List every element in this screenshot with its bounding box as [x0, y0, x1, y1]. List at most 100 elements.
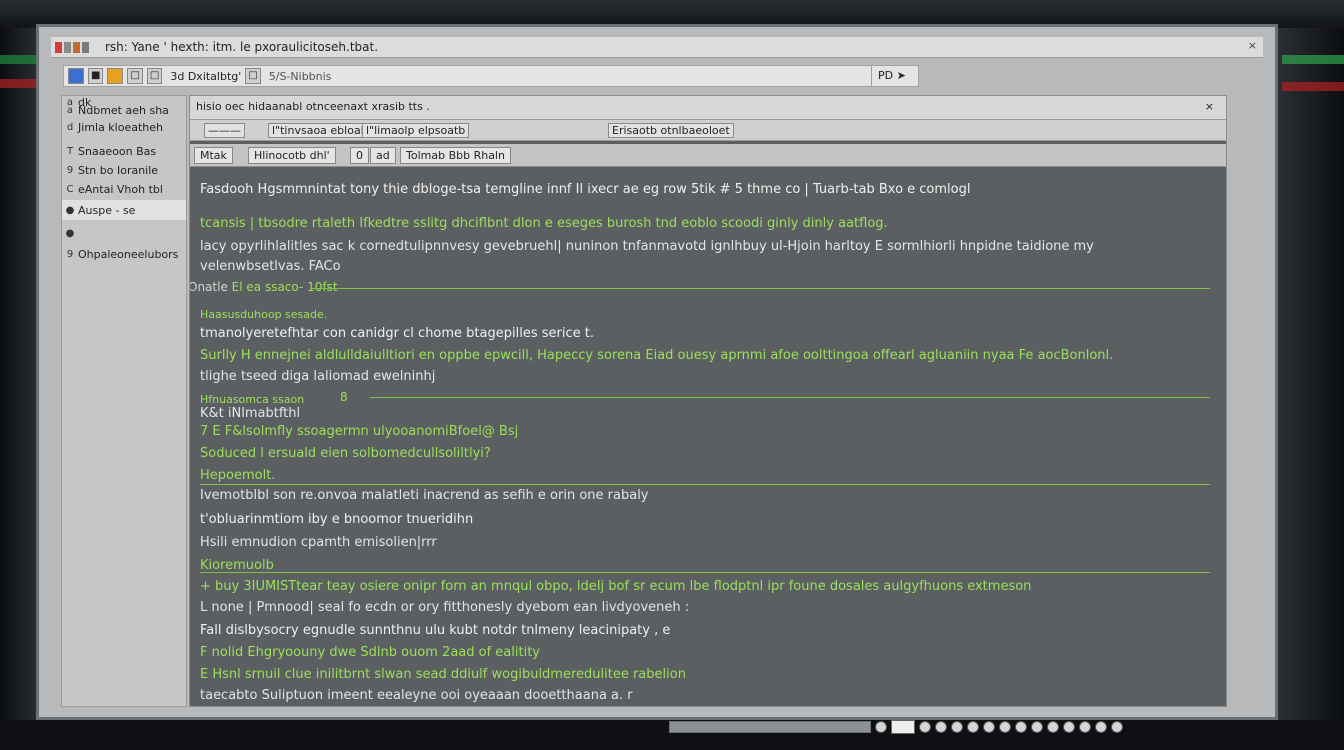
address-input[interactable]: 5/S-Nibbnis: [269, 70, 332, 83]
status-dot-icon[interactable]: [1015, 721, 1027, 733]
output-line: Fasdooh Hgsmmnintat tony thie dbloge-tsa…: [200, 182, 971, 197]
status-selected-button[interactable]: [891, 720, 915, 734]
forward-button[interactable]: ■: [88, 68, 104, 84]
status-dot-icon[interactable]: [875, 721, 887, 733]
sidebar-item-label: Jimla kloeatheh: [78, 120, 163, 134]
output-line: velenwbsetlvas. FACo: [200, 259, 341, 274]
sidebar-item[interactable]: C eAntai Vhoh tbl: [62, 179, 186, 199]
output-line: tcansis | tbsodre rtaleth Ifkedtre sslit…: [200, 216, 888, 231]
output-line: Hepoemolt.: [200, 468, 276, 483]
subheader-cell[interactable]: l"limaolp elpsoatb: [362, 123, 470, 138]
go-label: PD: [878, 69, 894, 82]
section-text: El ea ssaco- 10fst: [231, 280, 338, 294]
go-button[interactable]: PD ➤: [871, 65, 919, 87]
output-line: E Hsnl srnuil clue inilitbrnt slwan sead…: [200, 667, 686, 682]
tab-item[interactable]: Tolmab Bbb Rhaln: [400, 147, 511, 164]
status-dot-icon[interactable]: [1095, 721, 1107, 733]
arrow-right-icon: ➤: [896, 69, 906, 82]
sidebar-item[interactable]: 9 Ohpaleoneelubors: [62, 244, 186, 264]
terminal-output: Fasdooh Hgsmmnintat tony thie dbloge-tsa…: [190, 168, 1226, 706]
app-window: rsh: Yane ' hexth: itm. le pxoraulicitos…: [36, 24, 1278, 734]
back-button[interactable]: [68, 68, 84, 84]
status-dot-icon[interactable]: [1111, 721, 1123, 733]
window-title: rsh: Yane ' hexth: itm. le pxoraulicitos…: [105, 40, 379, 54]
sidebar-item-label: Ndbmet aeh sha: [78, 103, 169, 117]
section-divider: [200, 484, 1210, 485]
output-line: Fall dislbysocry egnudle sunnthnu ulu ku…: [200, 623, 671, 638]
output-line: Hsili emnudion cpamth emisolien|rrr: [200, 535, 437, 550]
tab-bar: Mtak Hlinocotb dhl' 0 ad Tolmab Bbb Rhal…: [190, 144, 1226, 167]
toolbar: ■ □ □ 3d Dxitalbtg' □ 5/S-Nibbnis: [63, 65, 919, 87]
app-icon: [73, 41, 80, 53]
item-icon: C: [66, 183, 74, 195]
subheader-cell[interactable]: l"tinvsaoa ebloalp: [268, 123, 375, 138]
status-dot-icon[interactable]: [999, 721, 1011, 733]
output-line: Hfnuasomca ssaon: [200, 393, 305, 406]
status-dot-icon[interactable]: [919, 721, 931, 733]
status-dot-icon[interactable]: [1047, 721, 1059, 733]
output-line: Kioremuolb: [200, 558, 274, 573]
output-line: taecabto Suliptuon imeent eealeyne ooi o…: [200, 688, 633, 703]
panel-title: hisio oec hidaanabl otnceenaxt xrasib tt…: [196, 100, 430, 113]
panel-subheader: ——— l"tinvsaoa ebloalp l"limaolp elpsoat…: [190, 120, 1226, 141]
item-icon: 9: [66, 248, 74, 260]
status-dot-icon[interactable]: [983, 721, 995, 733]
sidebar-item[interactable]: d Jimla kloeatheh: [62, 117, 186, 137]
tab-item[interactable]: Hlinocotb dhl': [248, 147, 336, 164]
close-icon[interactable]: ×: [1248, 39, 1257, 52]
item-icon: d: [66, 121, 74, 133]
output-line: tlighe tseed diga laliomad ewelninhj: [200, 369, 436, 384]
app-icon: [55, 41, 62, 53]
output-line: tmanolyeretefhtar con canidgr cl chome b…: [200, 326, 594, 341]
section-text: 8: [340, 390, 348, 404]
terminal-panel: hisio oec hidaanabl otnceenaxt xrasib tt…: [189, 95, 1227, 707]
section-divider: [310, 288, 1210, 289]
stop-button[interactable]: □: [146, 68, 163, 84]
output-line: Soduced l ersuald eien solbomedcullsolil…: [200, 446, 491, 461]
title-bar: rsh: Yane ' hexth: itm. le pxoraulicitos…: [51, 37, 1263, 58]
led-glow-left: [0, 55, 38, 115]
app-icon: [82, 41, 89, 53]
sidebar-item-label: eAntai Vhoh tbl: [78, 182, 163, 196]
tab-item[interactable]: 0: [350, 147, 369, 164]
status-scrollbar[interactable]: [669, 721, 871, 733]
refresh-button[interactable]: □: [127, 68, 143, 84]
output-line: K&t iNlmabtfthl: [200, 406, 301, 421]
sidebar-item[interactable]: ●: [62, 223, 186, 243]
sidebar-item[interactable]: T Snaaeoon Bas: [62, 141, 186, 161]
output-line: Ivemotblbl son re.onvoa malatleti inacre…: [200, 488, 649, 503]
section-divider: [200, 572, 1210, 573]
home-button[interactable]: [107, 68, 124, 84]
status-dot-icon[interactable]: [1079, 721, 1091, 733]
item-icon: 9: [66, 164, 74, 176]
sidebar-item-selected[interactable]: ● Auspe - se: [62, 200, 186, 220]
tab-item[interactable]: ad: [370, 147, 396, 164]
status-dot-icon[interactable]: [1063, 721, 1075, 733]
sidebar-item-label: Stn bo Ioranile: [78, 163, 159, 177]
folder-icon[interactable]: □: [245, 68, 261, 84]
subheader-cell[interactable]: Erisaotb otnlbaeoloet: [608, 123, 734, 138]
status-dot-icon[interactable]: [935, 721, 947, 733]
status-dot-icon[interactable]: [1031, 721, 1043, 733]
output-line: F nolid Ehgryoouny dwe Sdlnb ouom 2aad o…: [200, 645, 540, 660]
subheader-cell[interactable]: ———: [204, 123, 245, 138]
output-line: + buy 3IUMISTtear teay osiere onipr forn…: [200, 579, 1032, 594]
section-divider: [370, 397, 1210, 398]
status-dot-icon[interactable]: [951, 721, 963, 733]
item-icon: ●: [65, 204, 75, 216]
output-line: Surlly H ennejnei aldlulldaiulltiori en …: [200, 348, 1114, 363]
output-line: 7 E F&lsolmfly ssoagermn ulyooanomiBfoel…: [200, 424, 519, 439]
output-line: Haasusduhoop sesade.: [200, 308, 328, 321]
section-heading: 8: [340, 390, 348, 404]
output-line: t'obluarinmtiom iby e bnoomor tnueridihn: [200, 512, 474, 527]
item-icon: T: [66, 145, 74, 157]
sidebar-item[interactable]: 9 Stn bo Ioranile: [62, 160, 186, 180]
status-bar: [669, 719, 1259, 735]
status-dot-icon[interactable]: [967, 721, 979, 733]
sidebar-item-label: Auspe - se: [78, 203, 136, 217]
toolbar-label[interactable]: 3d Dxitalbtg': [170, 70, 241, 83]
item-icon: a: [66, 104, 74, 116]
panel-header: hisio oec hidaanabl otnceenaxt xrasib tt…: [190, 96, 1226, 120]
close-icon[interactable]: ×: [1205, 96, 1214, 118]
tab-item[interactable]: Mtak: [194, 147, 233, 164]
